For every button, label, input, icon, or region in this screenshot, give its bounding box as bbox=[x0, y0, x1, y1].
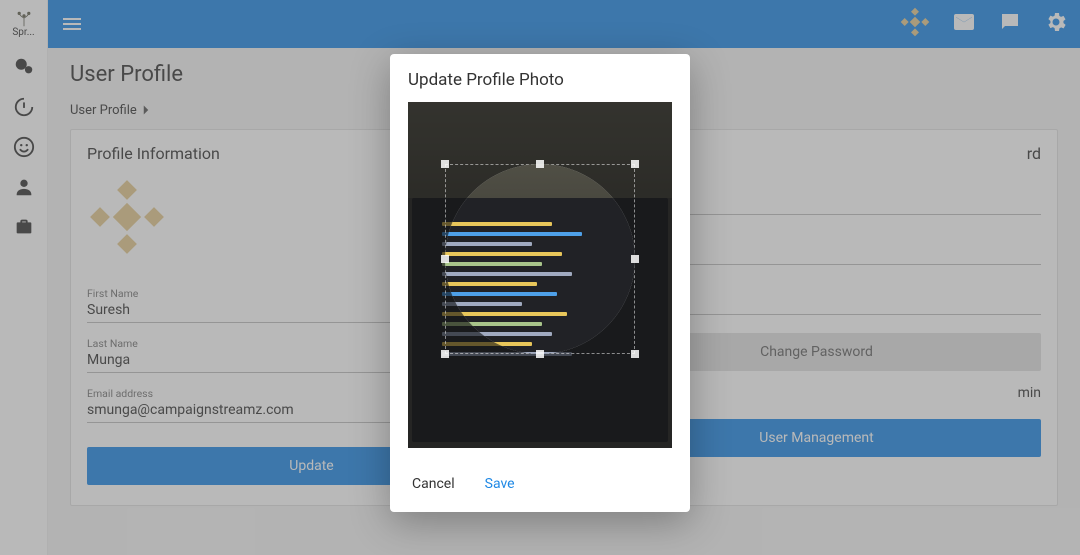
crop-circle[interactable] bbox=[445, 164, 635, 354]
crop-handle-ne[interactable] bbox=[631, 160, 639, 168]
crop-handle-nw[interactable] bbox=[441, 160, 449, 168]
modal-overlay[interactable]: Update Profile Photo bbox=[0, 0, 1080, 555]
save-button[interactable]: Save bbox=[483, 472, 517, 496]
crop-handle-s[interactable] bbox=[536, 350, 544, 358]
photo-cropper[interactable] bbox=[408, 102, 672, 448]
crop-handle-se[interactable] bbox=[631, 350, 639, 358]
dialog-actions: Cancel Save bbox=[390, 458, 690, 512]
update-photo-dialog: Update Profile Photo bbox=[390, 54, 690, 512]
crop-handle-w[interactable] bbox=[441, 255, 449, 263]
crop-handle-sw[interactable] bbox=[441, 350, 449, 358]
dialog-title: Update Profile Photo bbox=[390, 54, 690, 102]
crop-handle-e[interactable] bbox=[631, 255, 639, 263]
cancel-button[interactable]: Cancel bbox=[410, 472, 457, 496]
crop-handle-n[interactable] bbox=[536, 160, 544, 168]
